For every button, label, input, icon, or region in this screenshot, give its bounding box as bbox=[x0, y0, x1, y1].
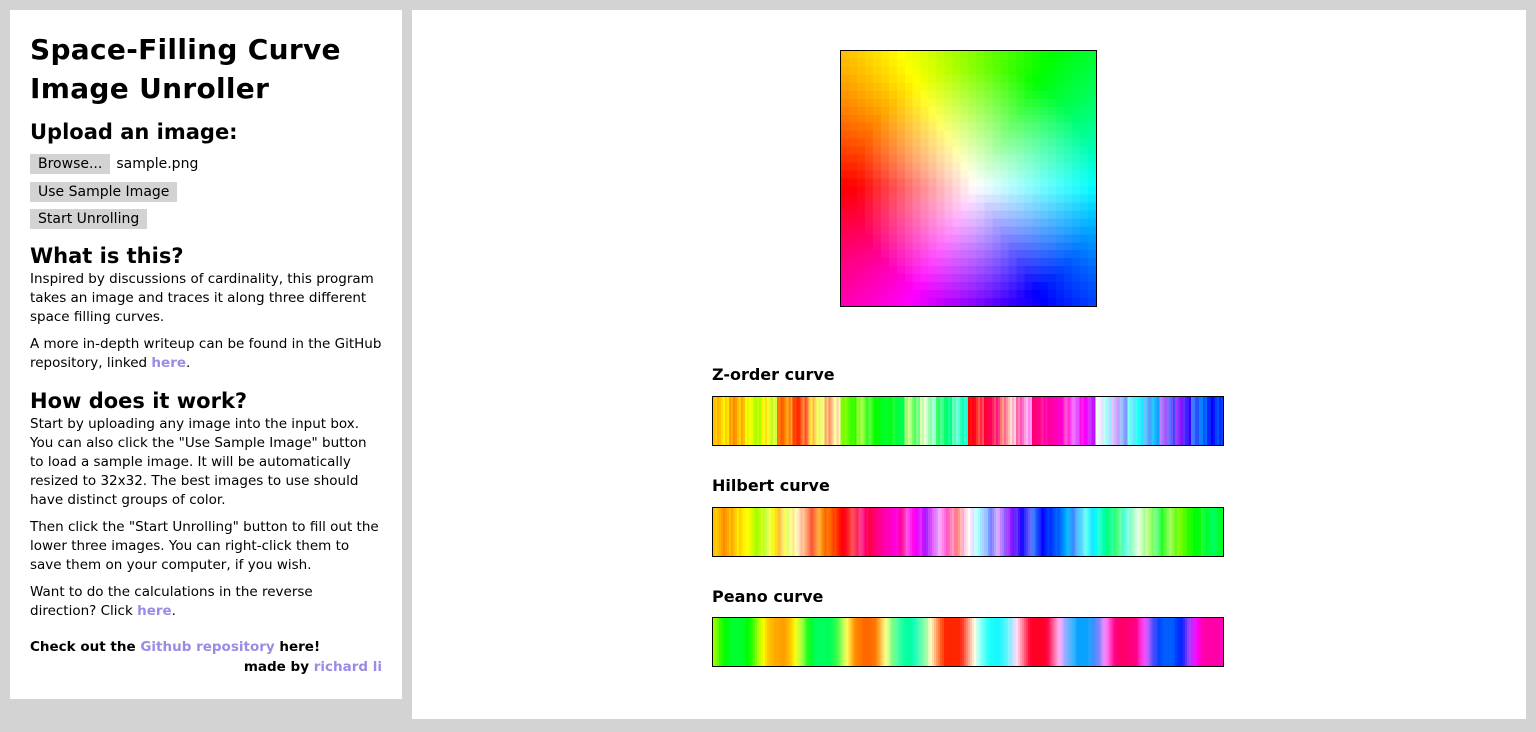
reverse-link[interactable]: here bbox=[137, 603, 172, 619]
what-paragraph-2: A more in-depth writeup can be found in … bbox=[30, 335, 382, 373]
how-paragraph-3: Want to do the calculations in the rever… bbox=[30, 583, 382, 621]
title-line-2: Image Unroller bbox=[30, 72, 270, 105]
page-title: Space-Filling Curve Image Unroller bbox=[30, 30, 382, 108]
peano-strip[interactable] bbox=[712, 617, 1224, 667]
made-text: made by bbox=[243, 659, 314, 675]
hilbert-title: Hilbert curve bbox=[712, 476, 830, 495]
github-link[interactable]: Github repository bbox=[140, 639, 274, 655]
upload-heading: Upload an image: bbox=[30, 120, 238, 144]
browse-button[interactable]: Browse... bbox=[30, 154, 111, 174]
hilbert-strip[interactable] bbox=[712, 507, 1224, 557]
what-paragraph-1: Inspired by discussions of cardinality, … bbox=[30, 271, 374, 325]
github-callout: Check out the Github repository here! bbox=[30, 637, 382, 657]
main-panel: Z-order curve Hilbert curve Peano curve bbox=[412, 10, 1526, 719]
use-sample-image-button[interactable]: Use Sample Image bbox=[30, 182, 178, 202]
what-heading: What is this? bbox=[30, 244, 184, 268]
source-image-preview[interactable] bbox=[840, 50, 1097, 307]
made-by: made by richard li bbox=[30, 657, 382, 677]
how-heading: How does it work? bbox=[30, 389, 248, 413]
peano-title: Peano curve bbox=[712, 587, 824, 606]
file-input[interactable]: Browse... sample.png bbox=[30, 154, 382, 174]
sidebar: Space-Filling Curve Image Unroller Uploa… bbox=[10, 10, 402, 699]
how-paragraph-2: Then click the "Start Unrolling" button … bbox=[30, 519, 379, 573]
how-paragraph-1: Start by uploading any image into the in… bbox=[30, 416, 367, 508]
z-order-strip[interactable] bbox=[712, 396, 1224, 446]
start-unrolling-button[interactable]: Start Unrolling bbox=[30, 209, 148, 229]
writeup-link[interactable]: here bbox=[151, 355, 186, 371]
z-order-title: Z-order curve bbox=[712, 365, 835, 384]
how-p3-end: . bbox=[171, 603, 176, 619]
what-p2-text: A more in-depth writeup can be found in … bbox=[30, 336, 382, 371]
what-p2-end: . bbox=[186, 355, 191, 371]
file-name: sample.png bbox=[116, 156, 199, 172]
title-line-1: Space-Filling Curve bbox=[30, 33, 341, 66]
check-end: here! bbox=[274, 639, 321, 655]
check-text: Check out the bbox=[30, 639, 141, 655]
author-link[interactable]: richard li bbox=[314, 659, 382, 675]
